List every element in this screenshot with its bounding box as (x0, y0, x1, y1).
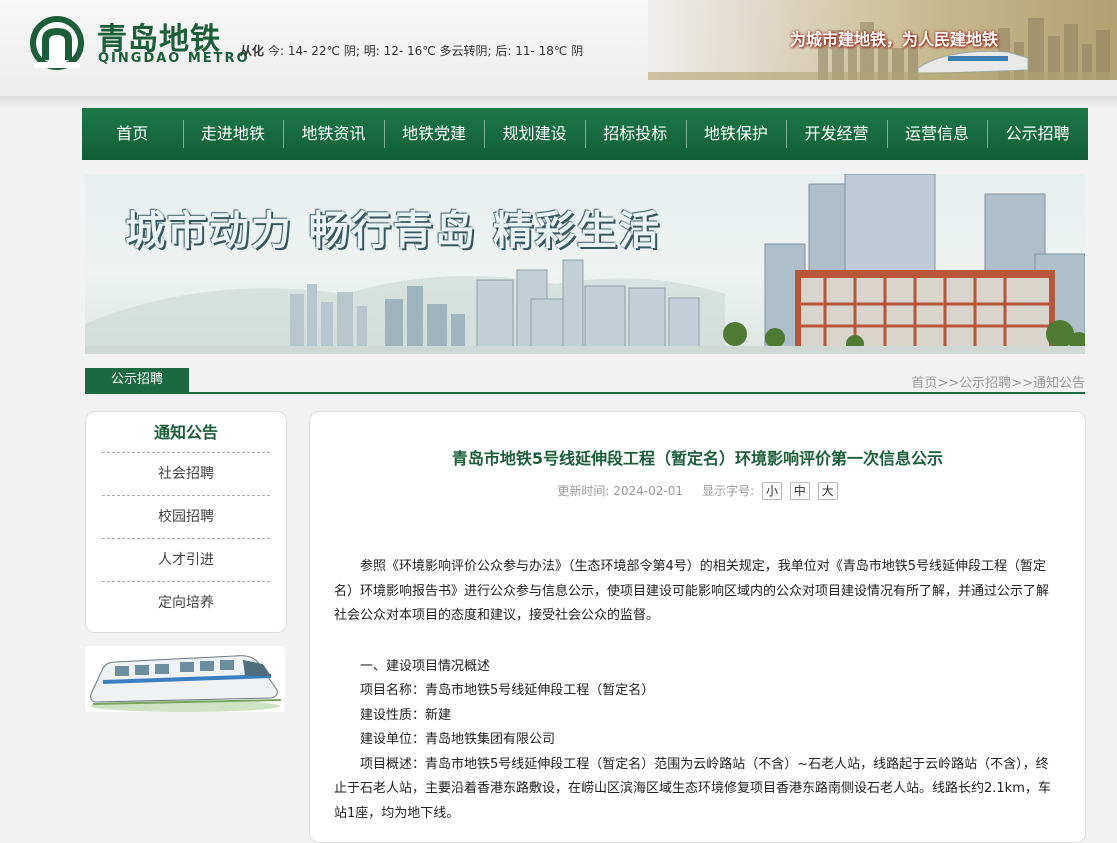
nav-item-planning[interactable]: 规划建设 (484, 108, 585, 160)
breadcrumb-separator: >> (1011, 376, 1033, 391)
sidebar: 通知公告 社会招聘 校园招聘 人才引进 定向培养 (85, 411, 287, 633)
font-size-small-button[interactable]: 小 (761, 482, 782, 500)
font-size-label: 显示字号: (702, 484, 755, 498)
header-divider (0, 96, 1117, 108)
header-slogan: 为城市建地铁，为人民建地铁 (790, 30, 999, 49)
main-navigation: 首页 走进地铁 地铁资讯 地铁党建 规划建设 招标投标 地铁保护 开发经营 运营… (82, 108, 1088, 160)
section-tab-label: 公示招聘 (85, 368, 189, 392)
article-project-owner: 建设单位：青岛地铁集团有限公司 (360, 732, 556, 747)
sidebar-item-social-recruitment[interactable]: 社会招聘 (102, 452, 270, 495)
article-meta: 更新时间: 2024-02-01 显示字号: 小 中 大 (310, 482, 1085, 500)
nav-item-home[interactable]: 首页 (82, 108, 183, 160)
article-project-name: 项目名称：青岛市地铁5号线延伸段工程（暂定名） (360, 683, 655, 698)
weather-location: 从化 (240, 44, 265, 58)
weather-forecast: 今: 14- 22℃ 阴; 明: 12- 16℃ 多云转阴; 后: 11- 18… (268, 44, 584, 58)
article-title: 青岛市地铁5号线延伸段工程（暂定名）环境影响评价第一次信息公示 (451, 449, 944, 468)
update-time-label: 更新时间: (557, 484, 610, 498)
nav-item-about[interactable]: 走进地铁 (182, 108, 284, 160)
section-header: 公示招聘 首页>>公示招聘>>通知公告 (85, 368, 1085, 394)
sidebar-item-talent-introduction[interactable]: 人才引进 (102, 538, 270, 581)
breadcrumb-home[interactable]: 首页 (911, 376, 937, 391)
nav-item-news[interactable]: 地铁资讯 (283, 108, 384, 160)
update-time-value: 2024-02-01 (613, 484, 683, 498)
article-section-heading: 一、建设项目情况概述 (360, 658, 491, 674)
sidebar-train-image (85, 646, 285, 712)
nav-item-announcements[interactable]: 公示招聘 (987, 108, 1088, 160)
hero-slogan: 城市动力 畅行青岛 精彩生活 (125, 208, 661, 254)
article-panel: 青岛市地铁5号线延伸段工程（暂定名）环境影响评价第一次信息公示 更新时间: 20… (309, 411, 1086, 843)
article-paragraph-intro: 参照《环境影响评价公众参与办法》（生态环境部令第4号）的相关规定，我单位对《青岛… (334, 559, 1050, 623)
nav-item-development[interactable]: 开发经营 (786, 108, 887, 160)
font-size-large-button[interactable]: 大 (817, 482, 838, 500)
breadcrumb: 首页>>公示招聘>>通知公告 (911, 372, 1085, 391)
sidebar-title[interactable]: 通知公告 (86, 412, 286, 452)
nav-item-protection[interactable]: 地铁保护 (685, 108, 787, 160)
site-header: 青岛地铁 QINGDAO METRO 从化 今: 14- 22℃ 阴; 明: 12… (0, 0, 1117, 98)
metro-logo-icon[interactable] (28, 14, 86, 72)
hero-banner: 城市动力 畅行青岛 精彩生活 (85, 174, 1085, 354)
weather-info: 从化 今: 14- 22℃ 阴; 明: 12- 16℃ 多云转阴; 后: 11- … (240, 42, 583, 59)
article-project-overview: 项目概述：青岛市地铁5号线延伸段工程（暂定名）范围为云岭路站（不含）~石老人站，… (334, 756, 1051, 821)
sidebar-item-directed-training[interactable]: 定向培养 (102, 581, 270, 624)
breadcrumb-separator: >> (937, 376, 960, 391)
breadcrumb-announcements[interactable]: 公示招聘 (959, 376, 1011, 391)
breadcrumb-notices[interactable]: 通知公告 (1033, 376, 1085, 391)
nav-item-party[interactable]: 地铁党建 (383, 108, 485, 160)
font-size-medium-button[interactable]: 中 (789, 482, 810, 500)
nav-item-bidding[interactable]: 招标投标 (584, 108, 686, 160)
train-illustration (90, 655, 282, 712)
article-body: 参照《环境影响评价公众参与办法》（生态环境部令第4号）的相关规定，我单位对《青岛… (334, 555, 1056, 826)
sidebar-item-campus-recruitment[interactable]: 校园招聘 (102, 495, 270, 538)
logo-english-name: QINGDAO METRO (98, 51, 250, 66)
nav-item-operations[interactable]: 运营信息 (886, 108, 988, 160)
article-project-nature: 建设性质：新建 (360, 707, 452, 723)
header-banner-image: 为城市建地铁，为人民建地铁 (648, 0, 1117, 80)
